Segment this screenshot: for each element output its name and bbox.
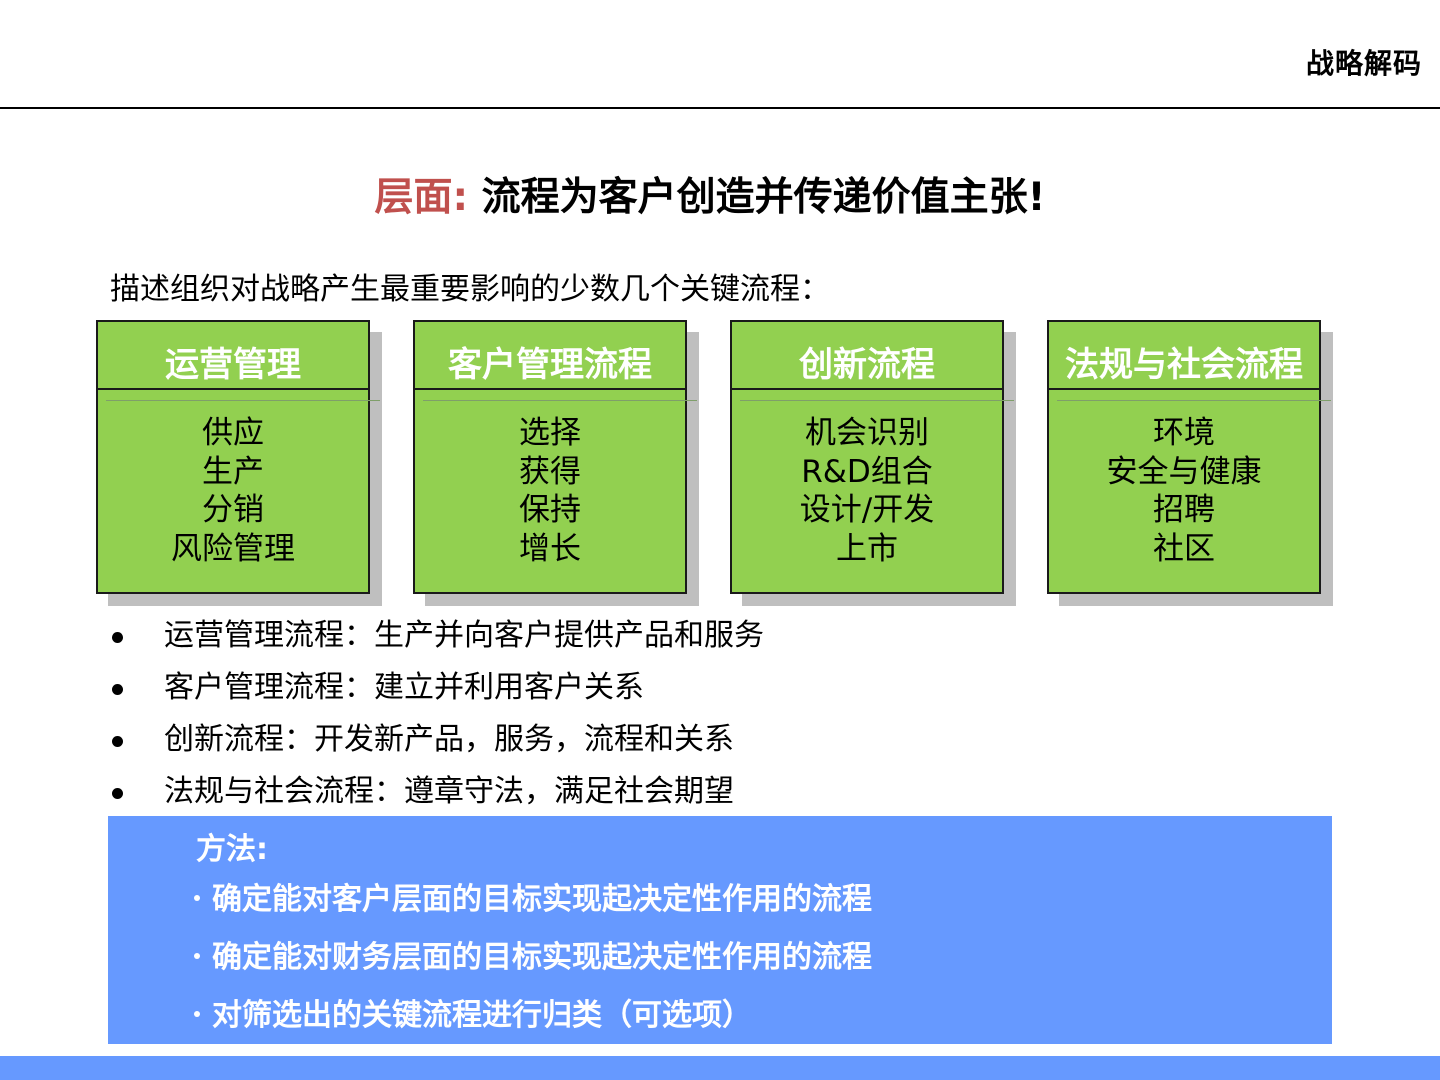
box-item: 设计/开发 — [799, 492, 935, 528]
box-body: 法规与社会流程 环境 安全与健康 招聘 社区 — [1047, 320, 1321, 594]
box-body: 创新流程 机会识别 R&D组合 设计/开发 上市 — [730, 320, 1004, 594]
list-item: 运营管理流程：生产并向客户提供产品和服务 — [110, 612, 764, 664]
method-title: 方法: — [196, 832, 268, 867]
box-item: 生产 — [202, 453, 264, 490]
box-item: 增长 — [519, 530, 581, 567]
brand-label: 战略解码 — [1305, 47, 1422, 80]
method-item: 对筛选出的关键流程进行归类（可选项） — [194, 990, 752, 1034]
box-item: 分销 — [202, 492, 264, 528]
box-item: R&D组合 — [801, 453, 933, 490]
box-separator — [106, 400, 380, 401]
method-item: 确定能对客户层面的目标实现起决定性作用的流程 — [194, 874, 872, 918]
box-separator — [1057, 400, 1331, 401]
bullet-dot-icon — [194, 894, 200, 901]
box-items: 环境 安全与健康 招聘 社区 — [1049, 414, 1319, 568]
method-item-text: 对筛选出的关键流程进行归类（可选项） — [212, 998, 752, 1033]
method-item: 确定能对财务层面的目标实现起决定性作用的流程 — [194, 932, 872, 976]
page-title-main: 流程为客户创造并传递价值主张! — [468, 175, 1046, 220]
process-box-innovation: 创新流程 机会识别 R&D组合 设计/开发 上市 — [730, 320, 1016, 606]
box-item: 上市 — [836, 530, 898, 567]
list-item-text: 运营管理流程：生产并向客户提供产品和服务 — [164, 618, 764, 653]
page-title: 层面: 流程为客户创造并传递价值主张! — [0, 166, 1420, 222]
box-separator — [423, 400, 697, 401]
process-description-list: 运营管理流程：生产并向客户提供产品和服务 客户管理流程：建立并利用客户关系 创新… — [110, 612, 764, 820]
bullet-dot-icon — [194, 1010, 200, 1017]
method-item-text: 确定能对客户层面的目标实现起决定性作用的流程 — [212, 882, 872, 917]
bullet-dot-icon — [112, 788, 123, 799]
box-separator — [740, 400, 1014, 401]
box-item: 招聘 — [1153, 492, 1215, 528]
box-item: 机会识别 — [805, 415, 929, 451]
box-header: 客户管理流程 — [415, 322, 685, 390]
bullet-dot-icon — [112, 736, 123, 747]
box-header: 法规与社会流程 — [1049, 322, 1319, 390]
list-item: 创新流程：开发新产品，服务，流程和关系 — [110, 716, 764, 768]
box-item: 社区 — [1153, 530, 1215, 567]
process-box-operations: 运营管理 供应 生产 分销 风险管理 — [96, 320, 382, 606]
list-item-text: 客户管理流程：建立并利用客户关系 — [164, 670, 644, 705]
box-body: 客户管理流程 选择 获得 保持 增长 — [413, 320, 687, 594]
box-header: 创新流程 — [732, 322, 1002, 390]
box-item: 安全与健康 — [1106, 453, 1262, 490]
box-item: 保持 — [519, 492, 581, 528]
box-items: 选择 获得 保持 增长 — [415, 414, 685, 568]
header-divider — [0, 107, 1440, 109]
box-items: 供应 生产 分销 风险管理 — [98, 414, 368, 568]
method-item-text: 确定能对财务层面的目标实现起决定性作用的流程 — [212, 940, 872, 975]
page-subtitle: 描述组织对战略产生最重要影响的少数几个关键流程： — [110, 272, 830, 307]
box-body: 运营管理 供应 生产 分销 风险管理 — [96, 320, 370, 594]
list-item-text: 创新流程：开发新产品，服务，流程和关系 — [164, 722, 734, 757]
bullet-dot-icon — [112, 632, 123, 643]
footer-bar — [0, 1056, 1440, 1080]
box-item: 环境 — [1153, 415, 1215, 451]
box-header: 运营管理 — [98, 322, 368, 390]
box-item: 风险管理 — [171, 530, 295, 567]
method-panel: 方法: 确定能对客户层面的目标实现起决定性作用的流程 确定能对财务层面的目标实现… — [108, 816, 1332, 1044]
box-item: 获得 — [519, 453, 581, 490]
page-title-prefix: 层面: — [374, 175, 469, 220]
box-item: 供应 — [202, 415, 264, 451]
box-items: 机会识别 R&D组合 设计/开发 上市 — [732, 414, 1002, 568]
list-item: 法规与社会流程：遵章守法，满足社会期望 — [110, 768, 764, 820]
process-box-customer: 客户管理流程 选择 获得 保持 增长 — [413, 320, 699, 606]
process-box-regulatory: 法规与社会流程 环境 安全与健康 招聘 社区 — [1047, 320, 1333, 606]
list-item: 客户管理流程：建立并利用客户关系 — [110, 664, 764, 716]
list-item-text: 法规与社会流程：遵章守法，满足社会期望 — [164, 774, 734, 809]
box-item: 选择 — [519, 415, 581, 451]
bullet-dot-icon — [194, 952, 200, 959]
bullet-dot-icon — [112, 684, 123, 695]
process-boxes: 运营管理 供应 生产 分销 风险管理 客户管理流程 选择 获得 保持 增长 创新… — [96, 320, 1336, 610]
